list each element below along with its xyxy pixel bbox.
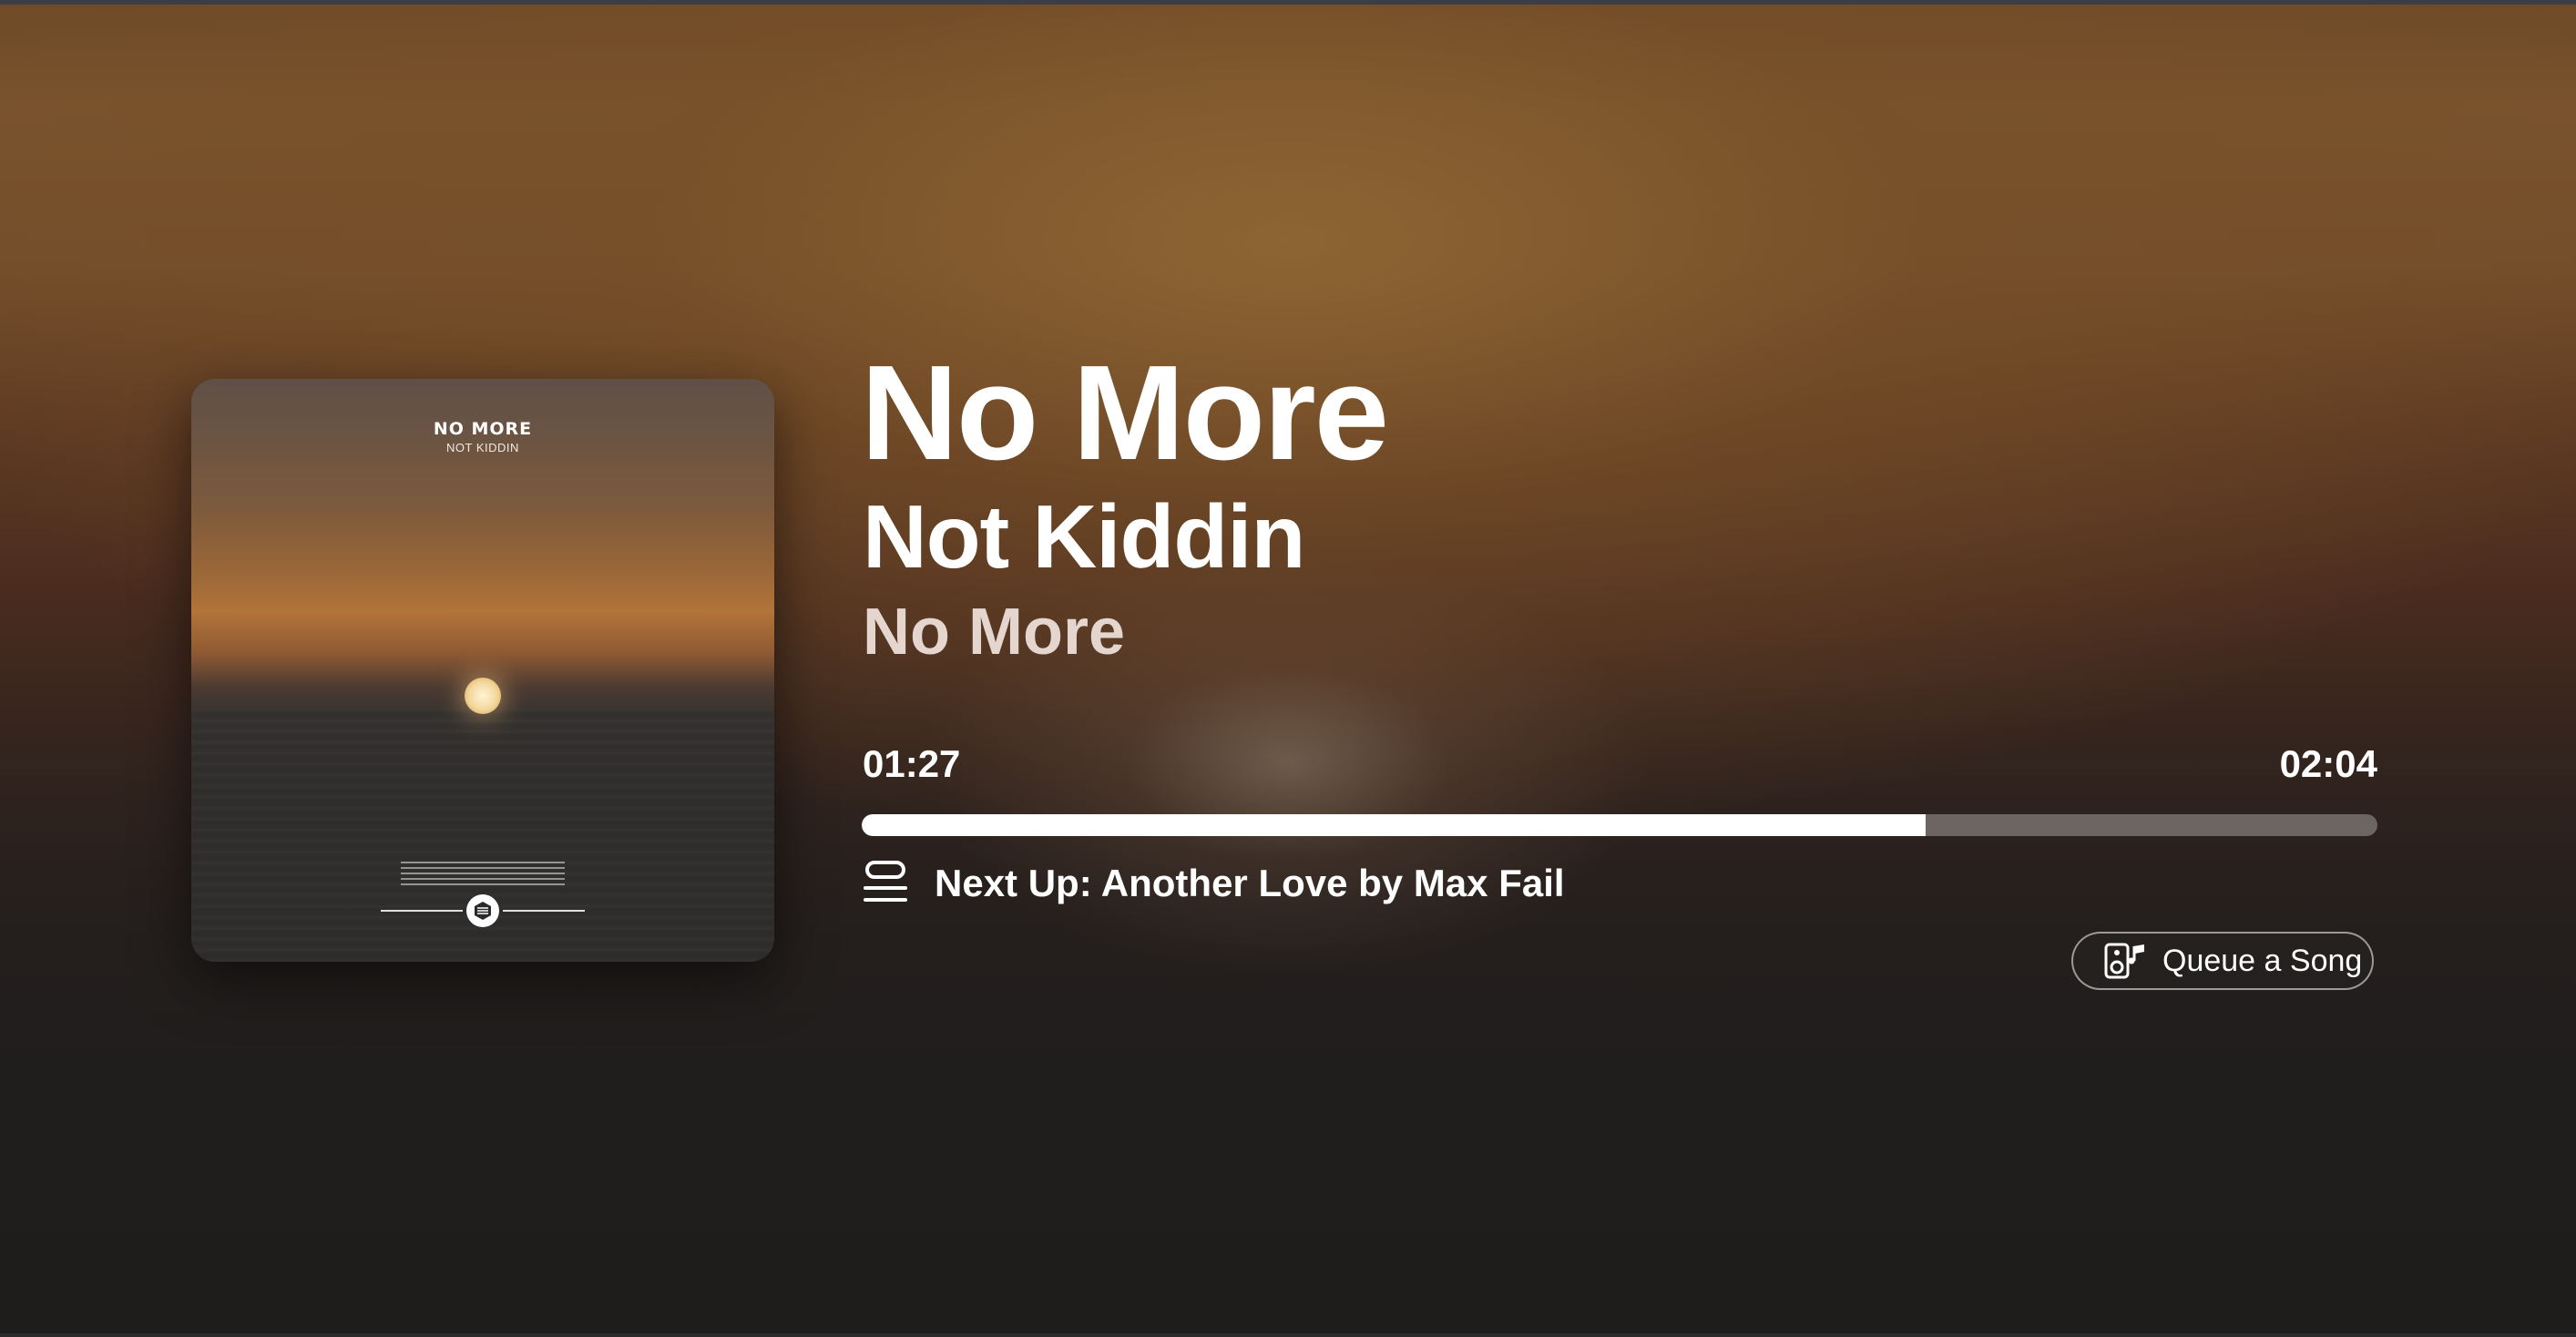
elapsed-time: 01:27 — [863, 742, 961, 785]
album-art-divider-left — [381, 910, 463, 912]
queue-list-icon — [864, 861, 907, 902]
song-title: No More — [861, 338, 1389, 488]
album-art-artist: NOT KIDDIN — [446, 441, 519, 454]
next-up-row: Next Up: Another Love by Max Fail — [862, 860, 1565, 907]
album-art-divider-right — [503, 910, 585, 912]
album-artwork: NO MORE NOT KIDDIN — [191, 379, 774, 962]
window-top-edge — [0, 0, 2576, 5]
progress-bar[interactable] — [862, 814, 2377, 836]
album-art-title: NO MORE — [433, 419, 533, 439]
progress-bar-fill — [862, 814, 1927, 836]
album-name: No More — [863, 596, 1125, 668]
total-time: 02:04 — [2279, 742, 2377, 785]
label-logo-icon — [466, 894, 499, 927]
artist-name: Not Kiddin — [863, 486, 1305, 587]
album-art-fine-print — [401, 862, 565, 885]
album-art-sun — [465, 678, 501, 714]
window-bottom-edge — [0, 1333, 2576, 1337]
speaker-music-icon — [2104, 943, 2144, 979]
queue-a-song-label: Queue a Song — [2162, 943, 2363, 978]
queue-a-song-button[interactable]: Queue a Song — [2071, 932, 2374, 990]
next-up-label: Next Up: Another Love by Max Fail — [935, 862, 1565, 904]
